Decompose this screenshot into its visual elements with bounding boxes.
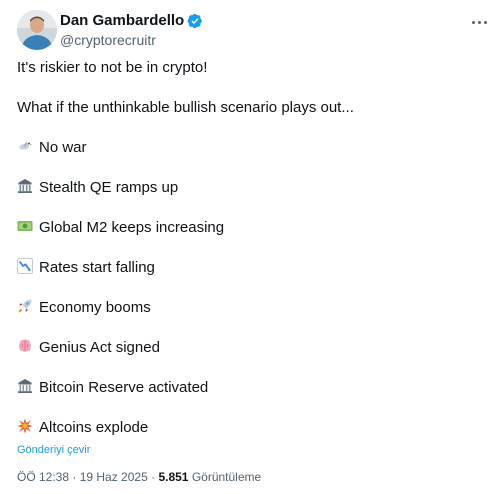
peace-dove-icon bbox=[19, 141, 33, 150]
views-count: 5.851 bbox=[158, 470, 189, 484]
list-item: No war bbox=[17, 138, 87, 158]
list-item: Global M2 keeps increasing bbox=[17, 218, 224, 238]
list-item-text: Bitcoin Reserve activated bbox=[39, 379, 209, 396]
author-name[interactable]: Dan Gambardello bbox=[60, 12, 184, 30]
list-item-text: Altcoins explode bbox=[39, 419, 149, 436]
dollar-banknote-icon bbox=[17, 221, 33, 231]
avatar[interactable] bbox=[17, 10, 57, 50]
list-item: Bitcoin Reserve activated bbox=[17, 378, 208, 398]
tweet-intro: It's riskier to not be in crypto! bbox=[17, 59, 208, 76]
brain-icon bbox=[18, 339, 32, 352]
list-item-text: Economy booms bbox=[39, 299, 151, 316]
meta-separator: · bbox=[69, 470, 80, 484]
list-item: Economy booms bbox=[17, 298, 151, 318]
tweet-date[interactable]: 19 Haz 2025 bbox=[80, 470, 148, 484]
views-label: Görüntüleme bbox=[191, 470, 262, 484]
list-item-text: No war bbox=[39, 139, 87, 156]
list-item-text: Genius Act signed bbox=[39, 339, 160, 356]
more-options-icon[interactable] bbox=[467, 12, 491, 32]
list-item: Rates start falling bbox=[17, 258, 155, 278]
tweet-meta: ÖÖ 12:38 · 19 Haz 2025 · 5.851 Görüntüle… bbox=[17, 470, 261, 484]
author-handle[interactable]: @cryptorecruitr bbox=[60, 31, 156, 49]
translate-post-link[interactable]: Gönderiyi çevir bbox=[17, 444, 90, 456]
author-name-row[interactable]: Dan Gambardello bbox=[60, 12, 203, 30]
classical-building-icon bbox=[18, 179, 32, 193]
list-item: Genius Act signed bbox=[17, 338, 160, 358]
tweet-time[interactable]: ÖÖ 12:38 bbox=[17, 470, 69, 484]
chart-decreasing-icon bbox=[17, 258, 33, 274]
list-item-text: Global M2 keeps increasing bbox=[39, 219, 225, 236]
verified-badge-icon bbox=[187, 13, 203, 29]
list-item-text: Stealth QE ramps up bbox=[39, 179, 179, 196]
collision-icon bbox=[17, 418, 33, 434]
tweet-question: What if the unthinkable bullish scenario… bbox=[17, 99, 354, 116]
list-item: Stealth QE ramps up bbox=[17, 178, 178, 198]
bank-icon bbox=[18, 379, 32, 393]
list-item-text: Rates start falling bbox=[39, 259, 155, 276]
rocket-icon bbox=[18, 299, 32, 313]
tweet-card: Dan Gambardello @cryptorecruitr It's ris… bbox=[0, 0, 501, 494]
list-item: Altcoins explode bbox=[17, 418, 148, 438]
meta-separator: · bbox=[147, 470, 159, 484]
